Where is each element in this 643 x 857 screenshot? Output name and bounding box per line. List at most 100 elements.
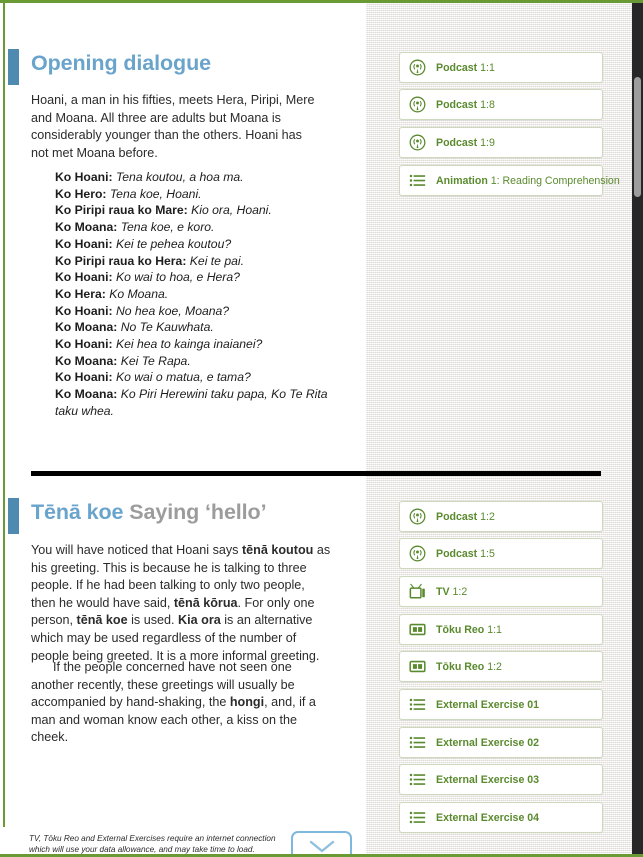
media-button-label-strong: External Exercise 04	[436, 811, 540, 824]
media-button-label-rest: 1:2	[484, 660, 502, 673]
dialogue-line: Ko Hoani: Kei hea to kainga inaianei?	[31, 336, 341, 353]
scrollbar-track[interactable]	[632, 3, 643, 854]
dialogue-speaker: Ko Moana:	[55, 320, 121, 335]
dialogue-line: Ko Hero: Tena koe, Hoani.	[31, 186, 341, 203]
dialogue-line: Ko Piripi raua ko Mare: Kio ora, Hoani.	[31, 202, 341, 219]
dialogue-text: Kei te pai.	[189, 253, 244, 268]
list-icon	[409, 174, 426, 187]
app-window: Opening dialogue Hoani, a man in his fif…	[0, 0, 643, 857]
media-button-label: Tōku Reo 1:2	[436, 661, 502, 673]
list-icon	[409, 736, 426, 749]
media-button-label-strong: Podcast	[436, 98, 478, 111]
media-button-label: Animation 1: Reading Comprehension	[436, 175, 620, 187]
dialogue-text: Kei Te Rapa.	[120, 353, 191, 368]
chevron-down-icon	[309, 840, 334, 852]
tv-icon	[409, 583, 425, 599]
list-icon	[409, 811, 426, 824]
media-button[interactable]: Tōku Reo 1:1	[399, 614, 603, 645]
media-button-label: Tōku Reo 1:1	[436, 624, 502, 636]
media-button[interactable]: Podcast 1:2	[399, 501, 603, 532]
list-icon	[409, 773, 426, 786]
footer-disclaimer: TV, Tōku Reo and External Exercises requ…	[29, 834, 284, 854]
media-button[interactable]: Animation 1: Reading Comprehension	[399, 165, 620, 196]
media-button-label-strong: External Exercise 02	[436, 736, 540, 749]
dialogue-text: Ko Moana.	[109, 286, 169, 301]
dialogue-text: Kio ora, Hoani.	[191, 203, 272, 218]
media-button-label: External Exercise 01	[436, 699, 539, 711]
podcast-icon	[409, 545, 426, 562]
dialogue-speaker: Ko Hoani:	[55, 236, 116, 251]
video-icon	[409, 623, 426, 636]
dialogue-speaker: Ko Hera:	[55, 286, 110, 301]
media-button-label-rest: 1:1	[477, 61, 495, 74]
podcast-icon	[409, 96, 426, 113]
dialogue-speaker: Ko Hoani:	[55, 170, 116, 184]
media-button-label-rest: 1: Reading Comprehension	[487, 174, 620, 187]
intro-paragraph: Hoani, a man in his fifties, meets Hera,…	[31, 93, 315, 160]
media-button[interactable]: Podcast 1:8	[399, 89, 603, 120]
dialogue-speaker: Ko Hoani:	[55, 370, 116, 385]
dialogue-list: Ko Hoani: Tena koutou, a hoa ma. Ko Hero:…	[31, 169, 341, 420]
media-button-label: External Exercise 04	[436, 812, 539, 824]
media-button[interactable]: Podcast 1:9	[399, 127, 603, 158]
dialogue-text: No hea koe, Moana?	[115, 303, 230, 318]
media-button-label: Podcast 1:2	[436, 511, 495, 523]
dialogue-speaker: Ko Hoani:	[55, 337, 116, 352]
media-button[interactable]: Podcast 1:1	[399, 52, 603, 83]
section-accent-bar	[8, 49, 19, 85]
dialogue-speaker: Ko Piripi raua ko Hera:	[55, 253, 190, 268]
dialogue-text: Ko wai o matua, e tama?	[115, 370, 251, 385]
dialogue-line: Ko Moana: No Te Kauwhata.	[31, 319, 341, 336]
media-button-label-strong: Podcast	[436, 61, 478, 74]
media-button-label: Podcast 1:8	[436, 99, 495, 111]
media-button-label-strong: External Exercise 01	[436, 698, 540, 711]
media-button-label-strong: External Exercise 03	[436, 773, 540, 786]
page-content: Opening dialogue Hoani, a man in his fif…	[0, 3, 632, 854]
media-button-label: TV 1:2	[436, 586, 467, 598]
dialogue-text: Ko wai to hoa, e Hera?	[115, 270, 240, 285]
podcast-icon	[409, 508, 426, 525]
media-button-label-rest: 1:2	[477, 510, 495, 523]
media-button-label-rest: 1:8	[477, 98, 495, 111]
dialogue-speaker: Ko Moana:	[55, 353, 121, 368]
media-button[interactable]: External Exercise 04	[399, 802, 603, 833]
media-button-label-strong: Podcast	[436, 510, 478, 523]
media-button-label-rest: 1:2	[449, 585, 468, 598]
dialogue-line: Ko Hoani: Ko wai to hoa, e Hera?	[31, 269, 341, 286]
media-button[interactable]: Podcast 1:5	[399, 538, 603, 569]
dialogue-speaker: Ko Moana:	[55, 387, 121, 402]
media-button-label: Podcast 1:5	[436, 548, 495, 560]
dialogue-speaker: Ko Hoani:	[55, 303, 116, 318]
video-icon	[409, 660, 426, 673]
media-button-label-strong: TV	[436, 585, 450, 598]
dialogue-text: Kei te pehea koutou?	[115, 236, 232, 251]
dialogue-text: Tena koe, Hoani.	[109, 186, 202, 201]
dialogue-speaker: Ko Hoani:	[55, 270, 116, 285]
media-button[interactable]: External Exercise 03	[399, 764, 603, 795]
media-button[interactable]: External Exercise 01	[399, 689, 603, 720]
media-button-label: Podcast 1:1	[436, 62, 495, 74]
dialogue-speaker: Ko Moana:	[55, 220, 121, 235]
footer-line-2: which will use your data allowance, and …	[29, 844, 255, 854]
media-button-label: External Exercise 02	[436, 737, 539, 749]
dialogue-line: Ko Hoani: No hea koe, Moana?	[31, 303, 341, 320]
section-accent-bar	[8, 498, 19, 534]
heading-main: Opening dialogue	[31, 51, 211, 75]
list-icon	[409, 698, 426, 711]
media-button-label: Podcast 1:9	[436, 137, 495, 149]
media-button-label-strong: Tōku Reo	[436, 623, 485, 636]
dialogue-line: Ko Moana: Tena koe, e koro.	[31, 219, 341, 236]
dialogue-line: Ko Piripi raua ko Hera: Kei te pai.	[31, 253, 341, 270]
scroll-down-button[interactable]	[291, 831, 352, 854]
body-paragraph-1: You will have noticed that Hoani says tē…	[31, 543, 331, 663]
heading-sub: Saying ‘hello’	[123, 500, 267, 524]
media-button[interactable]: External Exercise 02	[399, 727, 603, 758]
dialogue-text: No Te Kauwhata.	[120, 320, 214, 335]
scrollbar-thumb[interactable]	[634, 77, 641, 197]
podcast-icon	[409, 59, 426, 76]
section-title: Tēnā koe Saying ‘hello’	[31, 500, 361, 525]
dialogue-line: Ko Moana: Ko Piri Herewini taku papa, Ko…	[31, 386, 341, 419]
media-button[interactable]: Tōku Reo 1:2	[399, 651, 603, 682]
media-button[interactable]: TV 1:2	[399, 576, 603, 607]
podcast-icon	[409, 134, 426, 151]
